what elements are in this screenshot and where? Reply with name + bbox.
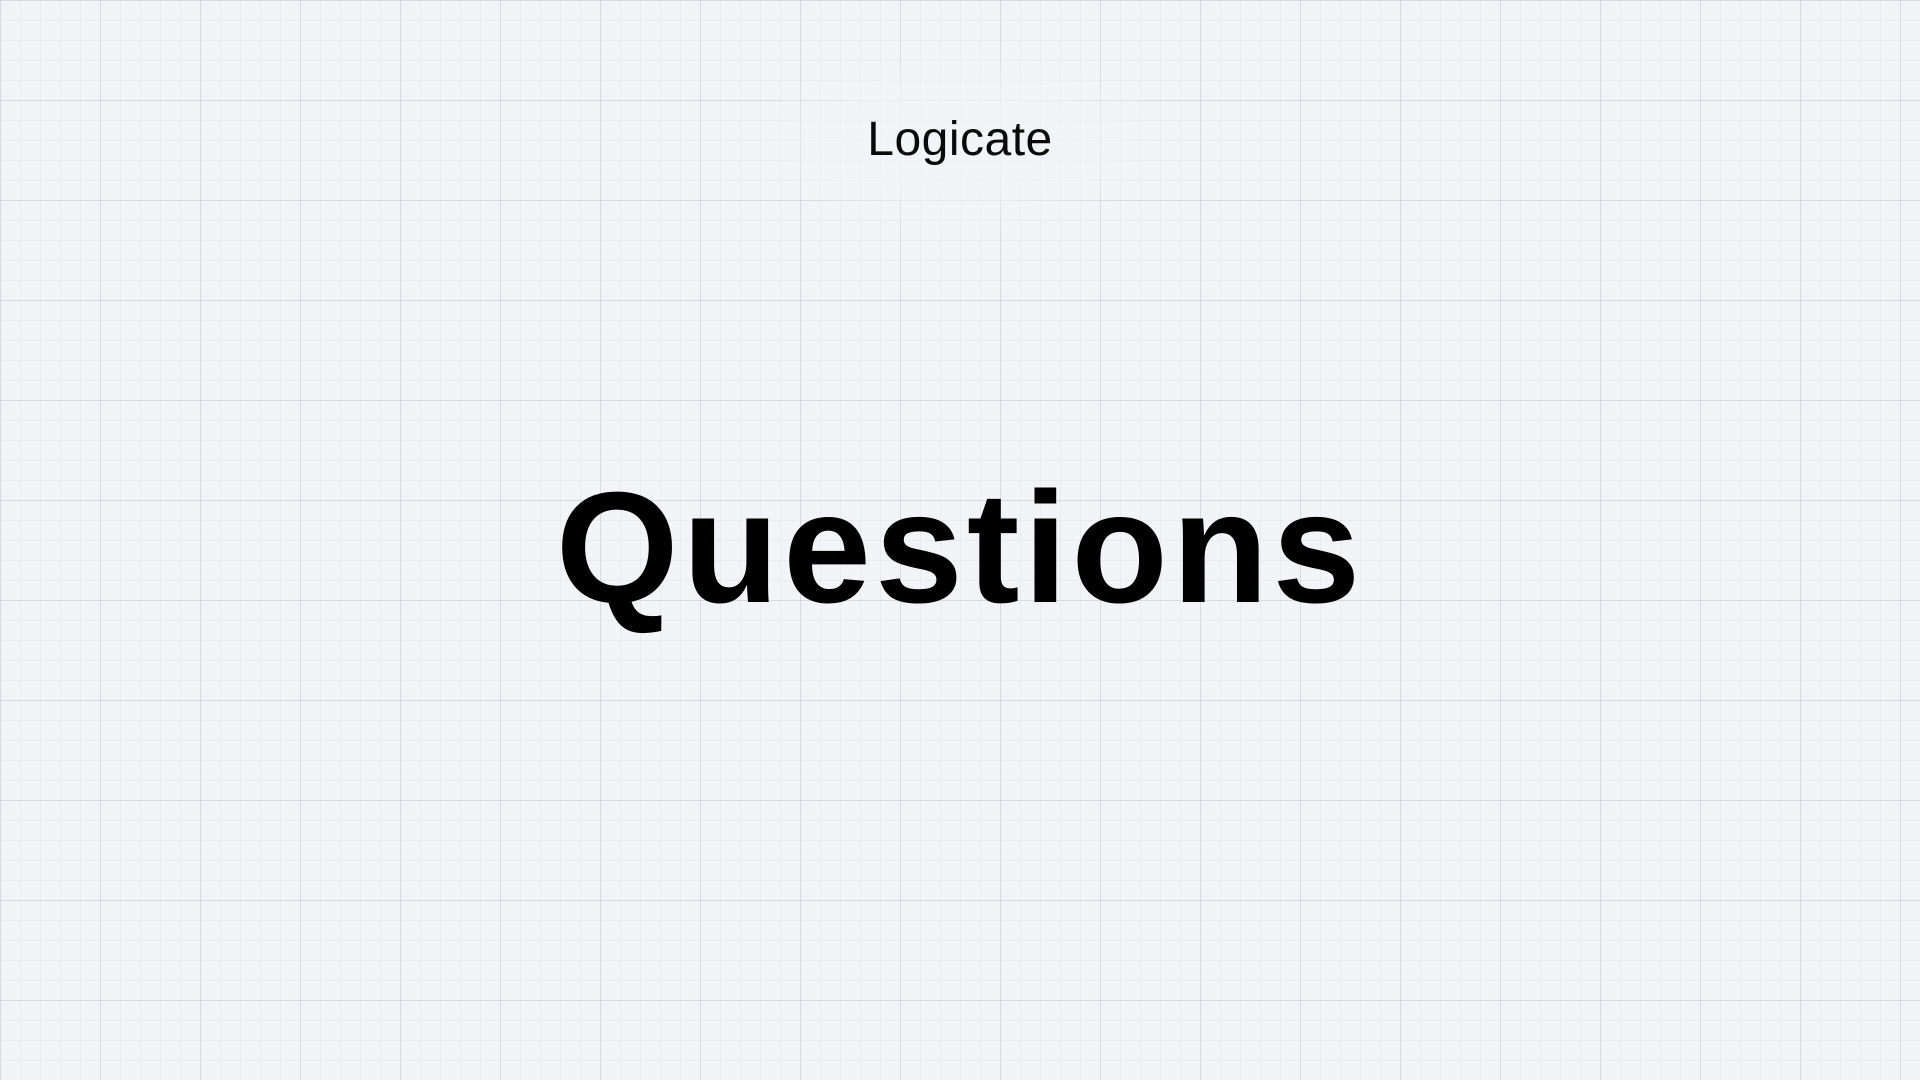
brand-logo-text: Logicate <box>867 113 1053 166</box>
slide-title: Questions <box>555 460 1365 636</box>
slide-canvas: Logicate Questions <box>0 0 1920 1080</box>
